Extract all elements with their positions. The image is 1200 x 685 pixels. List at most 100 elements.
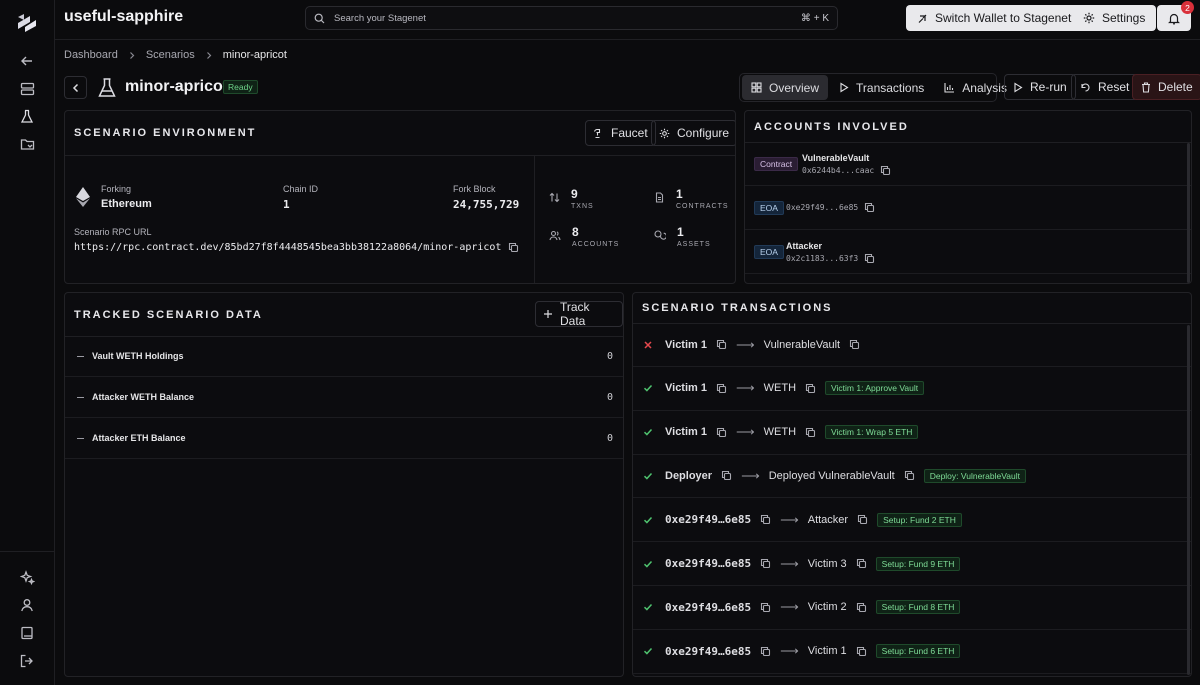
users-icon <box>549 230 561 248</box>
scrollbar[interactable] <box>1187 325 1190 675</box>
top-bar: useful-sapphire Search your Stagenet ⌘ +… <box>55 0 1200 40</box>
notifications-button[interactable]: 2 <box>1157 1 1194 31</box>
tab-transactions-label: Transactions <box>856 80 925 95</box>
account-row[interactable]: Contract VulnerableVault 0x6244b4...caac <box>745 142 1191 186</box>
tx-to: VulnerableVault <box>763 338 841 351</box>
configure-button[interactable]: Configure <box>651 120 735 146</box>
settings-label: Settings <box>1102 11 1146 25</box>
tab-overview-label: Overview <box>769 80 820 95</box>
copy-icon[interactable] <box>856 602 867 613</box>
tracked-row[interactable]: Attacker ETH Balance 0 <box>65 418 623 459</box>
copy-icon[interactable] <box>849 339 860 350</box>
account-name: Attacker <box>786 241 823 251</box>
copy-icon[interactable] <box>721 470 732 481</box>
tx-from: Victim 1 <box>665 382 707 395</box>
transaction-row[interactable]: 0xe29f49…6e85 ⟶ Victim 3 Setup: Fund 9 ETH <box>633 542 1191 586</box>
search-shortcut: ⌘ + K <box>800 12 829 24</box>
tracked-row[interactable]: Attacker WETH Balance 0 <box>65 377 623 418</box>
tracked-value: 0 <box>606 350 613 362</box>
copy-icon[interactable] <box>880 165 891 176</box>
notification-count-badge: 2 <box>1181 1 1194 14</box>
track-data-button[interactable]: Track Data <box>535 300 623 328</box>
tab-overview[interactable]: Overview <box>742 75 829 100</box>
faucet-button[interactable]: Faucet <box>585 120 656 146</box>
app-logo-icon[interactable] <box>16 13 38 33</box>
settings-button[interactable]: Settings <box>1072 5 1157 31</box>
scrollbar[interactable] <box>1187 143 1190 283</box>
account-row[interactable]: EOA 0xe29f49...6e85 <box>745 186 1191 230</box>
transaction-row[interactable]: 0xe29f49…6e85 ⟶ Attacker Setup: Fund 2 ETH <box>633 498 1191 543</box>
ethereum-icon <box>76 187 90 207</box>
tx-to: Victim 3 <box>807 557 847 570</box>
back-button[interactable] <box>64 76 87 99</box>
bell-icon <box>1168 12 1180 25</box>
coins-icon <box>654 230 666 248</box>
copy-icon[interactable] <box>760 558 771 569</box>
tx-to: WETH <box>763 426 797 439</box>
copy-icon[interactable] <box>805 383 816 394</box>
transactions-title: SCENARIO TRANSACTIONS <box>642 302 833 314</box>
account-type-badge: EOA <box>754 245 784 259</box>
back-arrow-icon[interactable] <box>17 51 37 71</box>
copy-icon[interactable] <box>760 514 771 525</box>
breadcrumb: Dashboard Scenarios minor-apricot <box>64 49 287 61</box>
tx-to: Victim 2 <box>807 601 847 614</box>
copy-icon[interactable] <box>904 470 915 481</box>
copy-icon[interactable] <box>864 253 875 264</box>
user-icon[interactable] <box>17 595 37 615</box>
transaction-row[interactable]: 0xe29f49…6e85 ⟶ Victim 2 Setup: Fund 8 ETH <box>633 586 1191 630</box>
rpc-url-value: https://rpc.contract.dev/85bd27f8f444854… <box>74 242 502 253</box>
faucet-icon <box>593 128 604 139</box>
copy-icon[interactable] <box>760 602 771 613</box>
switch-wallet-button[interactable]: Switch Wallet to Stagenet <box>906 5 1083 31</box>
copy-icon[interactable] <box>856 558 867 569</box>
copy-icon[interactable] <box>857 514 868 525</box>
status-badge: Ready <box>223 80 258 94</box>
tx-to: Deployed VulnerableVault <box>768 469 895 482</box>
book-icon[interactable] <box>17 623 37 643</box>
check-icon <box>643 559 653 569</box>
reset-button[interactable]: Reset <box>1071 74 1139 100</box>
txns-label: TXNS <box>571 203 594 210</box>
rail-divider <box>0 551 55 552</box>
transaction-row[interactable]: Victim 1 ⟶ WETH Victim 1: Approve Vault <box>633 367 1191 411</box>
search-placeholder: Search your Stagenet <box>334 12 426 24</box>
layers-icon[interactable] <box>17 79 37 99</box>
copy-icon[interactable] <box>864 202 875 213</box>
folder-icon[interactable] <box>17 134 37 154</box>
copy-icon[interactable] <box>508 242 519 253</box>
accounts-count: 8 <box>572 225 579 239</box>
tab-transactions[interactable]: Transactions <box>830 75 933 100</box>
transaction-row[interactable]: 0xe29f49…6e85 ⟶ Victim 1 Setup: Fund 6 ETH <box>633 630 1191 674</box>
flask-icon[interactable] <box>17 106 37 126</box>
copy-icon[interactable] <box>716 339 727 350</box>
copy-icon[interactable] <box>716 383 727 394</box>
copy-icon[interactable] <box>856 646 867 657</box>
tracked-name: Attacker WETH Balance <box>92 392 195 402</box>
arrow-right-icon: ⟶ <box>736 380 755 396</box>
logout-icon[interactable] <box>17 651 37 671</box>
tracked-title: TRACKED SCENARIO DATA <box>74 309 263 321</box>
account-address: 0xe29f49...6e85 <box>786 203 859 212</box>
switch-wallet-label: Switch Wallet to Stagenet <box>935 11 1072 25</box>
transaction-row[interactable]: Victim 1 ⟶ VulnerableVault <box>633 323 1191 367</box>
copy-icon[interactable] <box>716 427 727 438</box>
tx-to: Attacker <box>807 513 849 526</box>
account-row[interactable]: EOA Attacker 0x2c1183...63f3 <box>745 230 1191 274</box>
search-input[interactable]: Search your Stagenet ⌘ + K <box>305 6 838 30</box>
tx-to: Victim 1 <box>807 645 847 658</box>
transaction-row[interactable]: Deployer ⟶ Deployed VulnerableVault Deploy:… <box>633 454 1191 499</box>
delete-button[interactable]: Delete <box>1132 74 1200 100</box>
copy-icon[interactable] <box>805 427 816 438</box>
rerun-button[interactable]: Re-run <box>1004 74 1076 100</box>
breadcrumb-dashboard[interactable]: Dashboard <box>64 49 118 61</box>
arrow-right-icon: ⟶ <box>780 511 799 527</box>
breadcrumb-scenarios[interactable]: Scenarios <box>146 49 195 61</box>
chain-id-field: Chain ID 1 <box>283 184 318 211</box>
copy-icon[interactable] <box>760 646 771 657</box>
sparkle-icon[interactable] <box>17 567 37 587</box>
check-icon <box>643 602 653 612</box>
account-name: VulnerableVault <box>802 153 870 163</box>
tracked-row[interactable]: Vault WETH Holdings 0 <box>65 336 623 377</box>
transaction-row[interactable]: Victim 1 ⟶ WETH Victim 1: Wrap 5 ETH <box>633 411 1191 455</box>
